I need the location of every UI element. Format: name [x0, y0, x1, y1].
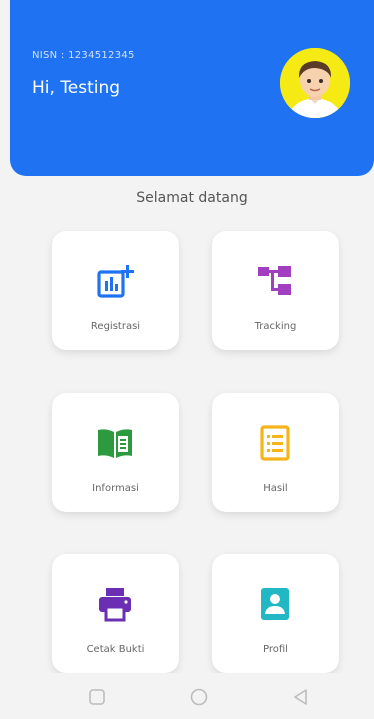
system-navigation-bar: [0, 673, 374, 719]
printer-icon: [99, 588, 131, 622]
circle-home-icon[interactable]: [188, 686, 210, 708]
menu-card-profil[interactable]: Profil: [212, 554, 339, 673]
menu-label-profil: Profil: [263, 644, 288, 655]
menu-card-hasil[interactable]: Hasil: [212, 393, 339, 512]
contact-icon: [261, 588, 289, 620]
square-recents-icon[interactable]: [86, 686, 108, 708]
menu-card-cetak-bukti[interactable]: Cetak Bukti: [52, 554, 179, 673]
menu-label-tracking: Tracking: [254, 321, 297, 332]
greeting-text: Hi, Testing: [32, 78, 121, 98]
menu-label-informasi: Informasi: [92, 483, 139, 494]
open-book-icon: [98, 429, 132, 458]
user-avatar-icon: [280, 48, 350, 118]
tree-structure-icon: [258, 266, 291, 295]
add-chart-icon: [97, 265, 134, 298]
triangle-back-icon[interactable]: [290, 686, 312, 708]
avatar[interactable]: [280, 48, 350, 118]
menu-card-tracking[interactable]: Tracking: [212, 231, 339, 350]
menu-card-registrasi[interactable]: Registrasi: [52, 231, 179, 350]
menu-label-hasil: Hasil: [263, 483, 288, 494]
menu-label-cetak-bukti: Cetak Bukti: [86, 644, 145, 655]
welcome-text: Selamat datang: [136, 190, 248, 206]
menu-label-registrasi: Registrasi: [90, 321, 141, 332]
menu-card-informasi[interactable]: Informasi: [52, 393, 179, 512]
list-document-icon: [260, 425, 290, 461]
nisn-text: NISN : 1234512345: [32, 50, 135, 61]
